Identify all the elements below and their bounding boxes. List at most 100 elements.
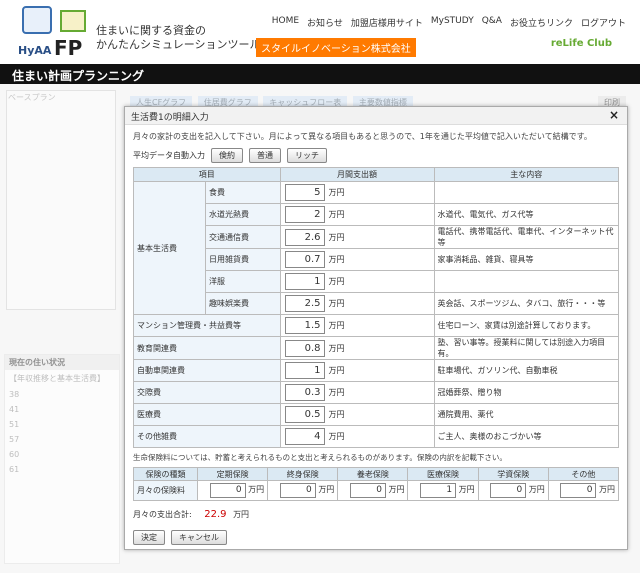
row-desc: 塾、習い事等。授業料に関しては別途入力項目有。 [433,336,620,360]
unit-label: 万円 [328,388,345,397]
amount-input[interactable]: 4 [284,428,325,445]
amount-input[interactable]: 0.3 [284,384,325,401]
nav-qa[interactable]: Q&A [482,16,502,29]
row-desc: 通院費用、薬代 [433,403,620,426]
unit-label: 万円 [328,410,345,419]
amount-input[interactable]: 5 [284,184,325,201]
site-header: HyAA FP 住まいに関する資金の かんたんシミュレーションツール スタイルイ… [0,0,640,64]
company-badge: スタイルイノベーション株式会社 [256,38,416,57]
logo-fp: FP [54,36,83,60]
row-desc: 駐車場代、ガソリン代、自動車税 [433,359,620,382]
preset-normal-button[interactable]: 普通 [249,148,281,163]
table-row: 交通通信費 2.6 万円 電話代、携帯電話代、電車代、インターネット代等 [134,225,620,249]
ins-header: 終身保険 [267,467,339,481]
unit-label: 万円 [318,485,335,494]
insurance-table: 保険の種類 定期保険 終身保険 養老保険 医療保険 学資保険 その他 月々の保険… [133,467,620,501]
ins-input-other[interactable]: 0 [560,483,597,498]
table-row: 医療費 0.5 万円 通院費用、薬代 [133,403,620,426]
table-row: 日用雑貨費 0.7 万円 家事消耗品、雑貨、寝具等 [134,248,620,271]
row-desc [433,270,620,293]
unit-label: 万円 [328,343,345,353]
ins-header: 定期保険 [196,467,269,481]
row-label: 食費 [205,181,281,204]
row-label: 交際費 [133,381,281,404]
unit-label: 万円 [328,255,345,264]
ins-input-endowment[interactable]: 0 [349,483,386,498]
nav-mystudy[interactable]: MySTUDY [431,16,474,29]
table-row: 基本生活費 食費 5 万円 [133,181,620,315]
ins-input-term[interactable]: 0 [209,483,246,498]
table-row: 趣味娯楽費 2.5 万円 英会話、スポーツジム、タバコ、旅行・・・等 [134,292,620,315]
amount-input[interactable]: 2.6 [284,228,325,246]
nav-home[interactable]: HOME [272,16,299,29]
amount-input[interactable]: 1 [284,362,325,379]
amount-input[interactable]: 1.5 [284,317,325,334]
logo-person-icon [22,6,52,34]
row-label: その他雑費 [133,425,281,448]
amount-input[interactable]: 0.8 [284,339,325,357]
row-label: 日用雑貨費 [205,248,281,271]
ins-header: 保険の種類 [133,467,198,481]
logo-chart-icon [60,10,86,32]
row-desc [433,181,620,204]
ins-input-education[interactable]: 0 [490,483,527,498]
ins-header: 学資保険 [477,467,549,481]
row-label: 交通通信費 [205,225,281,249]
unit-label: 万円 [328,232,345,242]
dialog-footer: 決定 キャンセル [133,530,619,545]
row-label: 自動車関連費 [133,359,281,382]
total-unit: 万円 [233,510,250,519]
expense-detail-dialog: 生活費1の明細入力 × 月々の家計の支出を記入して下さい。月によって異なる項目も… [124,106,628,550]
nav-news[interactable]: お知らせ [307,16,343,29]
row-desc: ご主人、奥様のおこづかい等 [433,425,620,448]
total-value: 22.9 [204,509,227,520]
unit-label: 万円 [248,485,265,494]
row-label: 教育関連費 [133,336,281,360]
nav-member-site[interactable]: 加盟店様用サイト [351,16,423,29]
unit-label: 万円 [328,188,345,197]
total-row: 月々の支出合計: 22.9 万円 [133,509,619,520]
table-row: 水道光熱費 2 万円 水道代、電気代、ガス代等 [134,203,620,226]
row-desc: 電話代、携帯電話代、電車代、インターネット代等 [433,225,620,249]
row-label: 洋服 [205,270,281,293]
ins-input-whole[interactable]: 0 [279,483,316,498]
instruction-text: 月々の家計の支出を記入して下さい。月によって異なる項目もあると思うので、1年を通… [133,132,592,141]
ins-input-medical[interactable]: 1 [420,483,457,498]
amount-input[interactable]: 0.5 [284,406,325,423]
table-row: 交際費 0.3 万円 冠婚葬祭、贈り物 [133,381,620,404]
unit-label: 万円 [328,432,345,441]
top-nav: HOME お知らせ 加盟店様用サイト MySTUDY Q&A お役立ちリンク ロ… [272,16,626,29]
row-label: 水道光熱費 [205,203,281,226]
nav-logout[interactable]: ログアウト [581,16,626,29]
site-title: 住まいに関する資金の かんたんシミュレーションツール [96,24,261,52]
nav-links[interactable]: お役立ちリンク [510,16,573,29]
amount-input[interactable]: 0.7 [284,251,325,268]
close-icon[interactable]: × [609,108,619,122]
unit-label: 万円 [328,299,345,308]
header-desc: 主な内容 [433,167,620,182]
unit-label: 万円 [328,321,345,330]
header-amount: 月間支出額 [279,167,435,182]
relife-logo[interactable]: reLife Club [551,38,612,49]
ins-header: 医療保険 [407,467,479,481]
unit-label: 万円 [458,485,475,494]
amount-input[interactable]: 1 [284,273,325,290]
basic-living-label: 基本生活費 [133,181,206,315]
site-logo[interactable]: HyAA FP [8,4,88,60]
preset-rich-button[interactable]: リッチ [287,148,327,163]
insurance-note: 生命保険料については、貯蓄と考えられるものと支出と考えられるものがあります。保険… [133,453,507,462]
unit-label: 万円 [528,485,545,494]
cancel-button[interactable]: キャンセル [171,530,227,545]
amount-input[interactable]: 2.5 [284,295,325,312]
row-desc: 冠婚葬祭、贈り物 [433,381,620,404]
row-desc: 水道代、電気代、ガス代等 [433,203,620,226]
header-item: 項目 [133,167,281,182]
amount-input[interactable]: 2 [284,206,325,223]
table-row: 月々の保険料 0 万円 0 万円 0 万円 1 万円 0 万円 0 万円 [133,480,620,501]
preset-frugal-button[interactable]: 倹約 [211,148,243,163]
preset-row: 平均データ自動入力 倹約 普通 リッチ [133,148,619,163]
ok-button[interactable]: 決定 [133,530,165,545]
unit-label: 万円 [388,485,405,494]
site-title-line2: かんたんシミュレーションツール [96,38,261,51]
row-label: 趣味娯楽費 [205,292,281,315]
